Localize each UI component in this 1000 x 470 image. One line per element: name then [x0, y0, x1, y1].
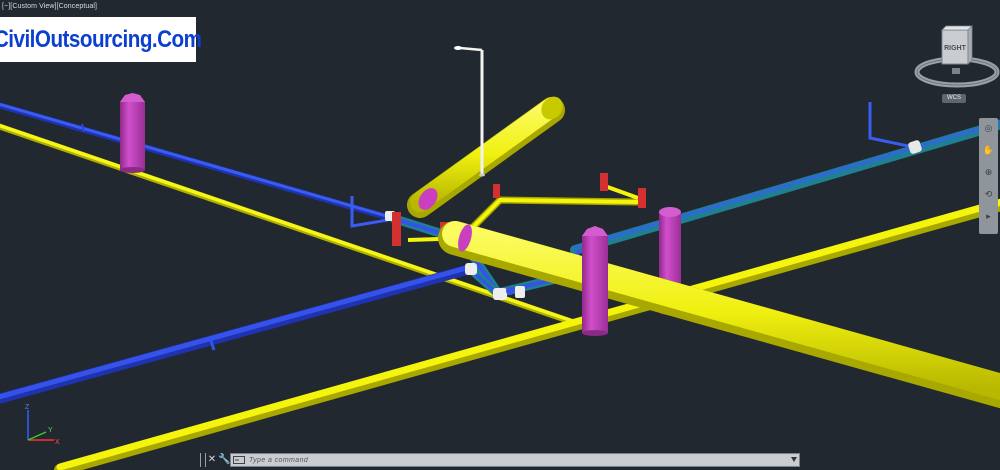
command-line-grip[interactable] [200, 453, 206, 467]
steering-wheel-icon[interactable]: ◎ [982, 122, 995, 134]
ucs-x-label: X [55, 439, 60, 446]
drawing-viewport[interactable]: [−][Custom View][Conceptual] CivilOutsou… [0, 0, 1000, 470]
watermark-logo: CivilOutsourcing.Com [0, 17, 202, 62]
viewcube-face-label: RIGHT [944, 45, 967, 52]
pan-icon[interactable]: ✋ [982, 144, 995, 156]
coordinate-system-menu[interactable]: WCS [942, 94, 966, 103]
command-prompt-icon[interactable] [233, 456, 245, 464]
watermark-text: CivilOutsourcing.Com [0, 25, 202, 53]
close-icon[interactable]: ✕ [207, 452, 217, 468]
home-icon[interactable] [952, 68, 960, 74]
visual-style-control[interactable]: [Conceptual] [57, 3, 98, 10]
command-box [230, 453, 800, 467]
water-main-diagonal[interactable] [407, 92, 568, 218]
storm-pipe-upper-left[interactable] [0, 102, 393, 228]
manhole-left[interactable] [120, 93, 145, 173]
orbit-icon[interactable]: ⟲ [982, 188, 995, 200]
view-control[interactable]: [Custom View] [10, 3, 56, 10]
chevron-down-icon[interactable] [791, 457, 797, 462]
viewport-controls: [−][Custom View][Conceptual] [2, 3, 97, 10]
command-line: ✕ 🔧 [200, 452, 800, 468]
wrench-icon[interactable]: 🔧 [218, 452, 230, 468]
command-input[interactable] [249, 454, 779, 466]
ucs-y-label: Y [48, 427, 53, 434]
navigation-bar: ◎ ✋ ⊕ ⟲ ▸ [979, 118, 998, 234]
ucs-z-label: Z [25, 404, 30, 411]
model-scene[interactable] [0, 0, 1000, 470]
showmotion-icon[interactable]: ▸ [982, 210, 995, 222]
manhole-center[interactable] [582, 226, 608, 336]
ucs-icon: X Y Z [25, 404, 60, 446]
zoom-icon[interactable]: ⊕ [982, 166, 995, 178]
